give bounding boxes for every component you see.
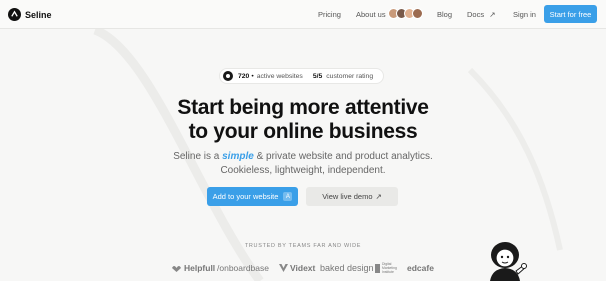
logo-helpfull: Helpfull: [171, 263, 215, 273]
add-to-website-button[interactable]: Add to your website A: [207, 187, 298, 206]
logo[interactable]: Seline: [8, 8, 52, 21]
external-arrow-icon: ↗: [375, 192, 382, 201]
logo-baked-design-text: baked design: [320, 263, 374, 273]
brand-name: Seline: [25, 9, 52, 20]
nav-link-about-us[interactable]: About us: [356, 10, 386, 19]
logo-onboardbase-text: /onboardbase: [217, 263, 269, 273]
avatar: [412, 8, 423, 19]
team-avatars: [388, 8, 423, 19]
nav-link-blog[interactable]: Blog: [437, 10, 452, 19]
active-websites-label: active websites: [256, 72, 303, 80]
hero-headline: Start being more attentive to your onlin…: [0, 96, 606, 144]
top-navigation: Seline Pricing About us Blog Docs ↗ Sign…: [0, 0, 606, 29]
add-to-website-label: Add to your website: [212, 192, 279, 201]
logo-baked-design: baked design: [320, 263, 374, 273]
logo-helpfull-text: Helpfull: [184, 263, 216, 273]
rating-label: customer rating: [326, 72, 374, 80]
nav-link-sign-in[interactable]: Sign in: [513, 10, 536, 19]
nav-link-docs[interactable]: Docs ↗: [467, 10, 495, 19]
seline-logo-icon: [8, 8, 21, 21]
keyboard-shortcut-badge: A: [283, 192, 293, 201]
logo-onboardbase: /onboardbase: [217, 263, 269, 273]
logo-dmi-text: Digital Marketing Institute: [382, 262, 397, 274]
subheading-suffix: & private website and product analytics.: [253, 151, 433, 162]
hero-subheading: Seline is a simple & private website and…: [0, 150, 606, 177]
docs-label: Docs: [467, 10, 485, 19]
view-live-demo-button[interactable]: View live demo ↗: [306, 187, 398, 206]
dmi-icon: [375, 264, 380, 274]
view-live-demo-label: View live demo: [322, 192, 373, 201]
subheading-line-2: Cookieless, lightweight, independent.: [220, 164, 386, 176]
subheading-emphasis: simple: [222, 151, 254, 162]
active-websites-count: 720: [238, 72, 250, 80]
vidext-icon: [279, 264, 288, 272]
rating-value: 5/5: [312, 72, 323, 80]
helpfull-icon: [172, 265, 181, 272]
logo-edcafe: edcafe: [407, 263, 434, 273]
start-for-free-button[interactable]: Start for free: [544, 5, 597, 23]
external-arrow-icon: ↗: [489, 10, 496, 19]
mascot-illustration: [490, 242, 527, 281]
stats-pill: 720 • active websites 5/5 customer ratin…: [219, 68, 384, 84]
live-dot: •: [251, 72, 254, 80]
headline-line-2: to your online business: [188, 120, 418, 143]
logo-vidext-text: Vidext: [290, 263, 316, 273]
logo-vidext: Vidext: [279, 263, 315, 273]
logo-edcafe-text: edcafe: [407, 263, 434, 273]
subheading-prefix: Seline is a: [173, 151, 223, 162]
logo-digital-marketing-institute: Digital Marketing Institute: [375, 262, 401, 274]
nav-link-pricing[interactable]: Pricing: [318, 10, 341, 19]
analytics-icon: [223, 71, 233, 81]
headline-line-1: Start being more attentive: [177, 96, 429, 119]
